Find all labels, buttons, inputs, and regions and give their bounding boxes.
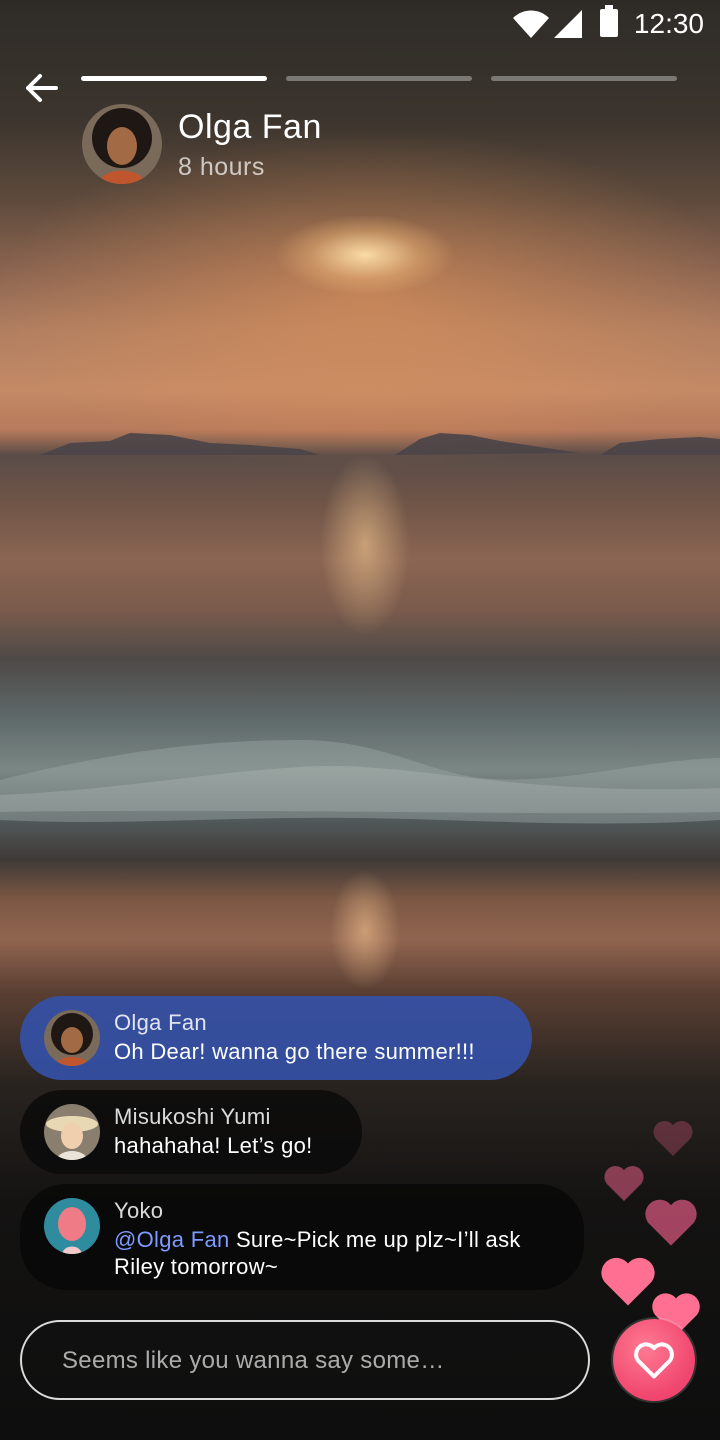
- sun-reflection-sand: [330, 870, 400, 990]
- comment-text: hahahaha! Let’s go!: [114, 1133, 313, 1158]
- comment-author: Olga Fan: [114, 1010, 207, 1035]
- avatar: [44, 1010, 100, 1066]
- comment-author: Misukoshi Yumi: [114, 1104, 271, 1129]
- author-name[interactable]: Olga Fan: [178, 108, 322, 147]
- back-button[interactable]: [20, 66, 64, 110]
- status-time: 12:30: [633, 8, 704, 39]
- like-button[interactable]: [613, 1319, 695, 1401]
- floating-heart-icon: [645, 1199, 697, 1246]
- posted-time: 8 hours: [178, 153, 265, 181]
- mention-link[interactable]: @Olga Fan: [114, 1227, 230, 1252]
- comment-bubble[interactable]: Yoko @Olga Fan Sure~Pick me up plz~I’ll …: [20, 1184, 584, 1290]
- author-avatar[interactable]: [82, 104, 162, 184]
- signal-icon: [554, 10, 582, 38]
- comment-bubble[interactable]: Olga Fan Oh Dear! wanna go there summer!…: [20, 996, 532, 1080]
- avatar: [44, 1198, 100, 1254]
- status-bar: 12:30: [0, 0, 720, 48]
- story-progress-fill: [81, 76, 267, 81]
- story-progress: [81, 76, 677, 81]
- comment-input[interactable]: Seems like you wanna say some…: [20, 1320, 590, 1400]
- heart-icon: [634, 1342, 674, 1379]
- wifi-icon: [513, 10, 549, 38]
- battery-icon: [600, 5, 618, 37]
- arrow-left-icon: [26, 74, 58, 102]
- floating-heart-icon: [601, 1257, 655, 1306]
- story-progress-segment: [81, 76, 267, 81]
- comment-text: @Olga Fan Sure~Pick me up plz~I’ll ask R…: [114, 1226, 564, 1280]
- avatar: [44, 1104, 100, 1160]
- comment-input-placeholder: Seems like you wanna say some…: [62, 1347, 445, 1374]
- story-progress-segment: [491, 76, 677, 81]
- comment-bubble[interactable]: Misukoshi Yumi hahahaha! Let’s go!: [20, 1090, 362, 1174]
- comment-text: Oh Dear! wanna go there summer!!!: [114, 1039, 475, 1064]
- floating-heart-icon: [604, 1166, 644, 1201]
- wave-foam: [0, 740, 720, 824]
- story-progress-segment: [286, 76, 472, 81]
- comment-author: Yoko: [114, 1198, 164, 1223]
- floating-heart-icon: [653, 1121, 693, 1156]
- sun-reflection: [320, 455, 410, 635]
